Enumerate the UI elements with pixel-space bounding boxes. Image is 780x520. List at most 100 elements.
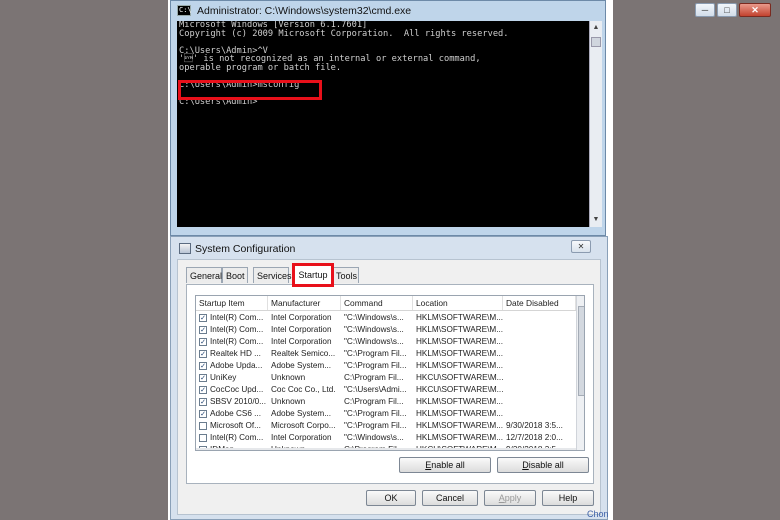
command-cell: C:\Program Fil... [341,396,413,408]
location-cell-text: HKLM\SOFTWARE\M... [416,361,503,370]
list-vertical-scrollbar[interactable] [576,296,584,450]
table-row[interactable]: ✓ Intel(R) Com... Intel Corporation "C:\Win… [196,312,576,324]
msconfig-titlebar[interactable]: System Configuration [171,237,607,259]
startup-item-checkbox[interactable]: ✓ [199,314,207,322]
command-cell-text: "C:\Program Fil... [344,421,407,430]
list-horizontal-scrollbar[interactable] [196,448,576,450]
close-button[interactable]: ✕ [739,3,771,17]
list-rows: ✓ Intel(R) Com... Intel Corporation "C:\Win… [196,312,576,450]
maximize-button[interactable]: □ [717,3,737,17]
startup-items-list[interactable]: Startup Item Manufacturer Command Locati… [195,295,585,451]
startup-item-checkbox[interactable]: ✓ [199,362,207,370]
column-header-startup-item[interactable]: Startup Item [196,296,268,310]
command-cell: "C:\Users\Admi... [341,384,413,396]
manufacturer-cell-text: Coc Coc Co., Ltd. [271,385,336,394]
manufacturer-cell-text: Intel Corporation [271,325,332,334]
startup-item-checkbox[interactable] [199,422,207,430]
tab-general[interactable]: General [186,267,222,283]
tab-services[interactable]: Services [253,267,292,283]
startup-tab-highlight [292,263,334,287]
startup-item-checkbox[interactable]: ✓ [199,386,207,394]
startup-item-cell-text: Intel(R) Com... [210,313,264,322]
startup-item-cell: Intel(R) Com... [196,432,268,444]
table-row[interactable]: Microsoft Of... Microsoft Corpo... "C:\Pro… [196,420,576,432]
disable-all-button[interactable]: Disable all [497,457,589,473]
startup-item-checkbox[interactable]: ✓ [199,350,207,358]
table-row[interactable]: ✓ Intel(R) Com... Intel Corporation "C:\Win… [196,336,576,348]
date-disabled-cell-text: 9/30/2018 3:5... [506,421,563,430]
scroll-up-arrow-icon[interactable]: ▲ [591,23,601,33]
date-disabled-cell [503,396,576,408]
minimize-button[interactable]: ─ [695,3,715,17]
startup-item-checkbox[interactable]: ✓ [199,374,207,382]
column-header-date-disabled[interactable]: Date Disabled [503,296,576,310]
table-row[interactable]: ✓ CocCoc Upd... Coc Coc Co., Ltd. "C:\Users… [196,384,576,396]
location-cell: HKLM\SOFTWARE\M... [413,432,503,444]
command-cell-text: "C:\Windows\s... [344,433,404,442]
startup-item-checkbox[interactable]: ✓ [199,338,207,346]
startup-item-cell-text: Realtek HD ... [210,349,261,358]
column-header-manufacturer[interactable]: Manufacturer [268,296,341,310]
location-cell: HKLM\SOFTWARE\M... [413,312,503,324]
location-cell: HKLM\SOFTWARE\M... [413,396,503,408]
tab-tools[interactable]: Tools [332,267,359,283]
location-cell-text: HKLM\SOFTWARE\M... [416,325,503,334]
manufacturer-cell-text: Adobe System... [271,409,332,418]
help-button[interactable]: Help [542,490,594,506]
command-cell: "C:\Windows\s... [341,432,413,444]
location-cell: HKCU\SOFTWARE\M... [413,372,503,384]
msconfig-close-button[interactable]: ✕ [571,240,591,253]
command-cell-text: "C:\Program Fil... [344,349,407,358]
cmd-titlebar[interactable]: C:\ Administrator: C:\Windows\system32\c… [171,1,605,21]
cancel-button[interactable]: Cancel [422,490,478,506]
manufacturer-cell: Intel Corporation [268,432,341,444]
table-row[interactable]: ✓ UniKey Unknown C:\Program Fil... HKCU\SOFT… [196,372,576,384]
table-row[interactable]: ✓ SBSV 2010/0... Unknown C:\Program Fil... H… [196,396,576,408]
console-line: operable program or batch file. [179,62,342,73]
table-row[interactable]: ✓ Adobe CS6 ... Adobe System... "C:\Program… [196,408,576,420]
table-row[interactable]: ✓ Realtek HD ... Realtek Semico... "C:\Prog… [196,348,576,360]
startup-item-cell-text: Intel(R) Com... [210,325,264,334]
manufacturer-cell: Intel Corporation [268,312,341,324]
command-cell-text: "C:\Users\Admi... [344,385,407,394]
command-cell: C:\Program Fil... [341,372,413,384]
startup-item-cell: ✓ SBSV 2010/0... [196,396,268,408]
disable-all-label: isable all [528,460,564,470]
manufacturer-cell-text: Adobe System... [271,361,332,370]
startup-item-checkbox[interactable]: ✓ [199,326,207,334]
cmd-app-icon: C:\ [177,5,192,16]
table-row[interactable]: ✓ Intel(R) Com... Intel Corporation "C:\Win… [196,324,576,336]
date-disabled-cell [503,312,576,324]
background-link-text: Chon [587,509,609,519]
ok-button[interactable]: OK [366,490,416,506]
manufacturer-cell-text: Microsoft Corpo... [271,421,336,430]
scroll-down-arrow-icon[interactable]: ▼ [591,215,601,225]
cmd-vertical-scrollbar[interactable]: ▲ ▼ [589,21,602,227]
system-configuration-icon [179,243,191,254]
scrollbar-thumb[interactable] [591,37,601,47]
cmd-console[interactable]: Microsoft Windows [Version 6.1.7601] Cop… [177,21,589,227]
startup-item-cell-text: Intel(R) Com... [210,337,264,346]
scrollbar-thumb[interactable] [578,306,584,396]
manufacturer-cell-text: Intel Corporation [271,337,332,346]
startup-item-cell-text: Intel(R) Com... [210,433,264,442]
cmd-window-title: Administrator: C:\Windows\system32\cmd.e… [197,5,412,17]
startup-item-checkbox[interactable]: ✓ [199,410,207,418]
apply-button[interactable]: Apply [484,490,536,506]
enable-all-button[interactable]: Enable all [399,457,491,473]
tab-boot[interactable]: Boot [222,267,248,283]
command-cell: "C:\Windows\s... [341,312,413,324]
startup-item-cell-text: CocCoc Upd... [210,385,264,394]
location-cell-text: HKLM\SOFTWARE\M... [416,397,503,406]
location-cell-text: HKLM\SOFTWARE\M... [416,409,503,418]
startup-item-checkbox[interactable]: ✓ [199,398,207,406]
startup-item-checkbox[interactable] [199,434,207,442]
column-header-command[interactable]: Command [341,296,413,310]
manufacturer-cell: Realtek Semico... [268,348,341,360]
manufacturer-cell-text: Unknown [271,373,306,382]
column-header-location[interactable]: Location [413,296,503,310]
manufacturer-cell: Unknown [268,396,341,408]
table-row[interactable]: ✓ Adobe Upda... Adobe System... "C:\Program… [196,360,576,372]
command-cell: "C:\Program Fil... [341,360,413,372]
table-row[interactable]: Intel(R) Com... Intel Corporation "C:\Wind… [196,432,576,444]
